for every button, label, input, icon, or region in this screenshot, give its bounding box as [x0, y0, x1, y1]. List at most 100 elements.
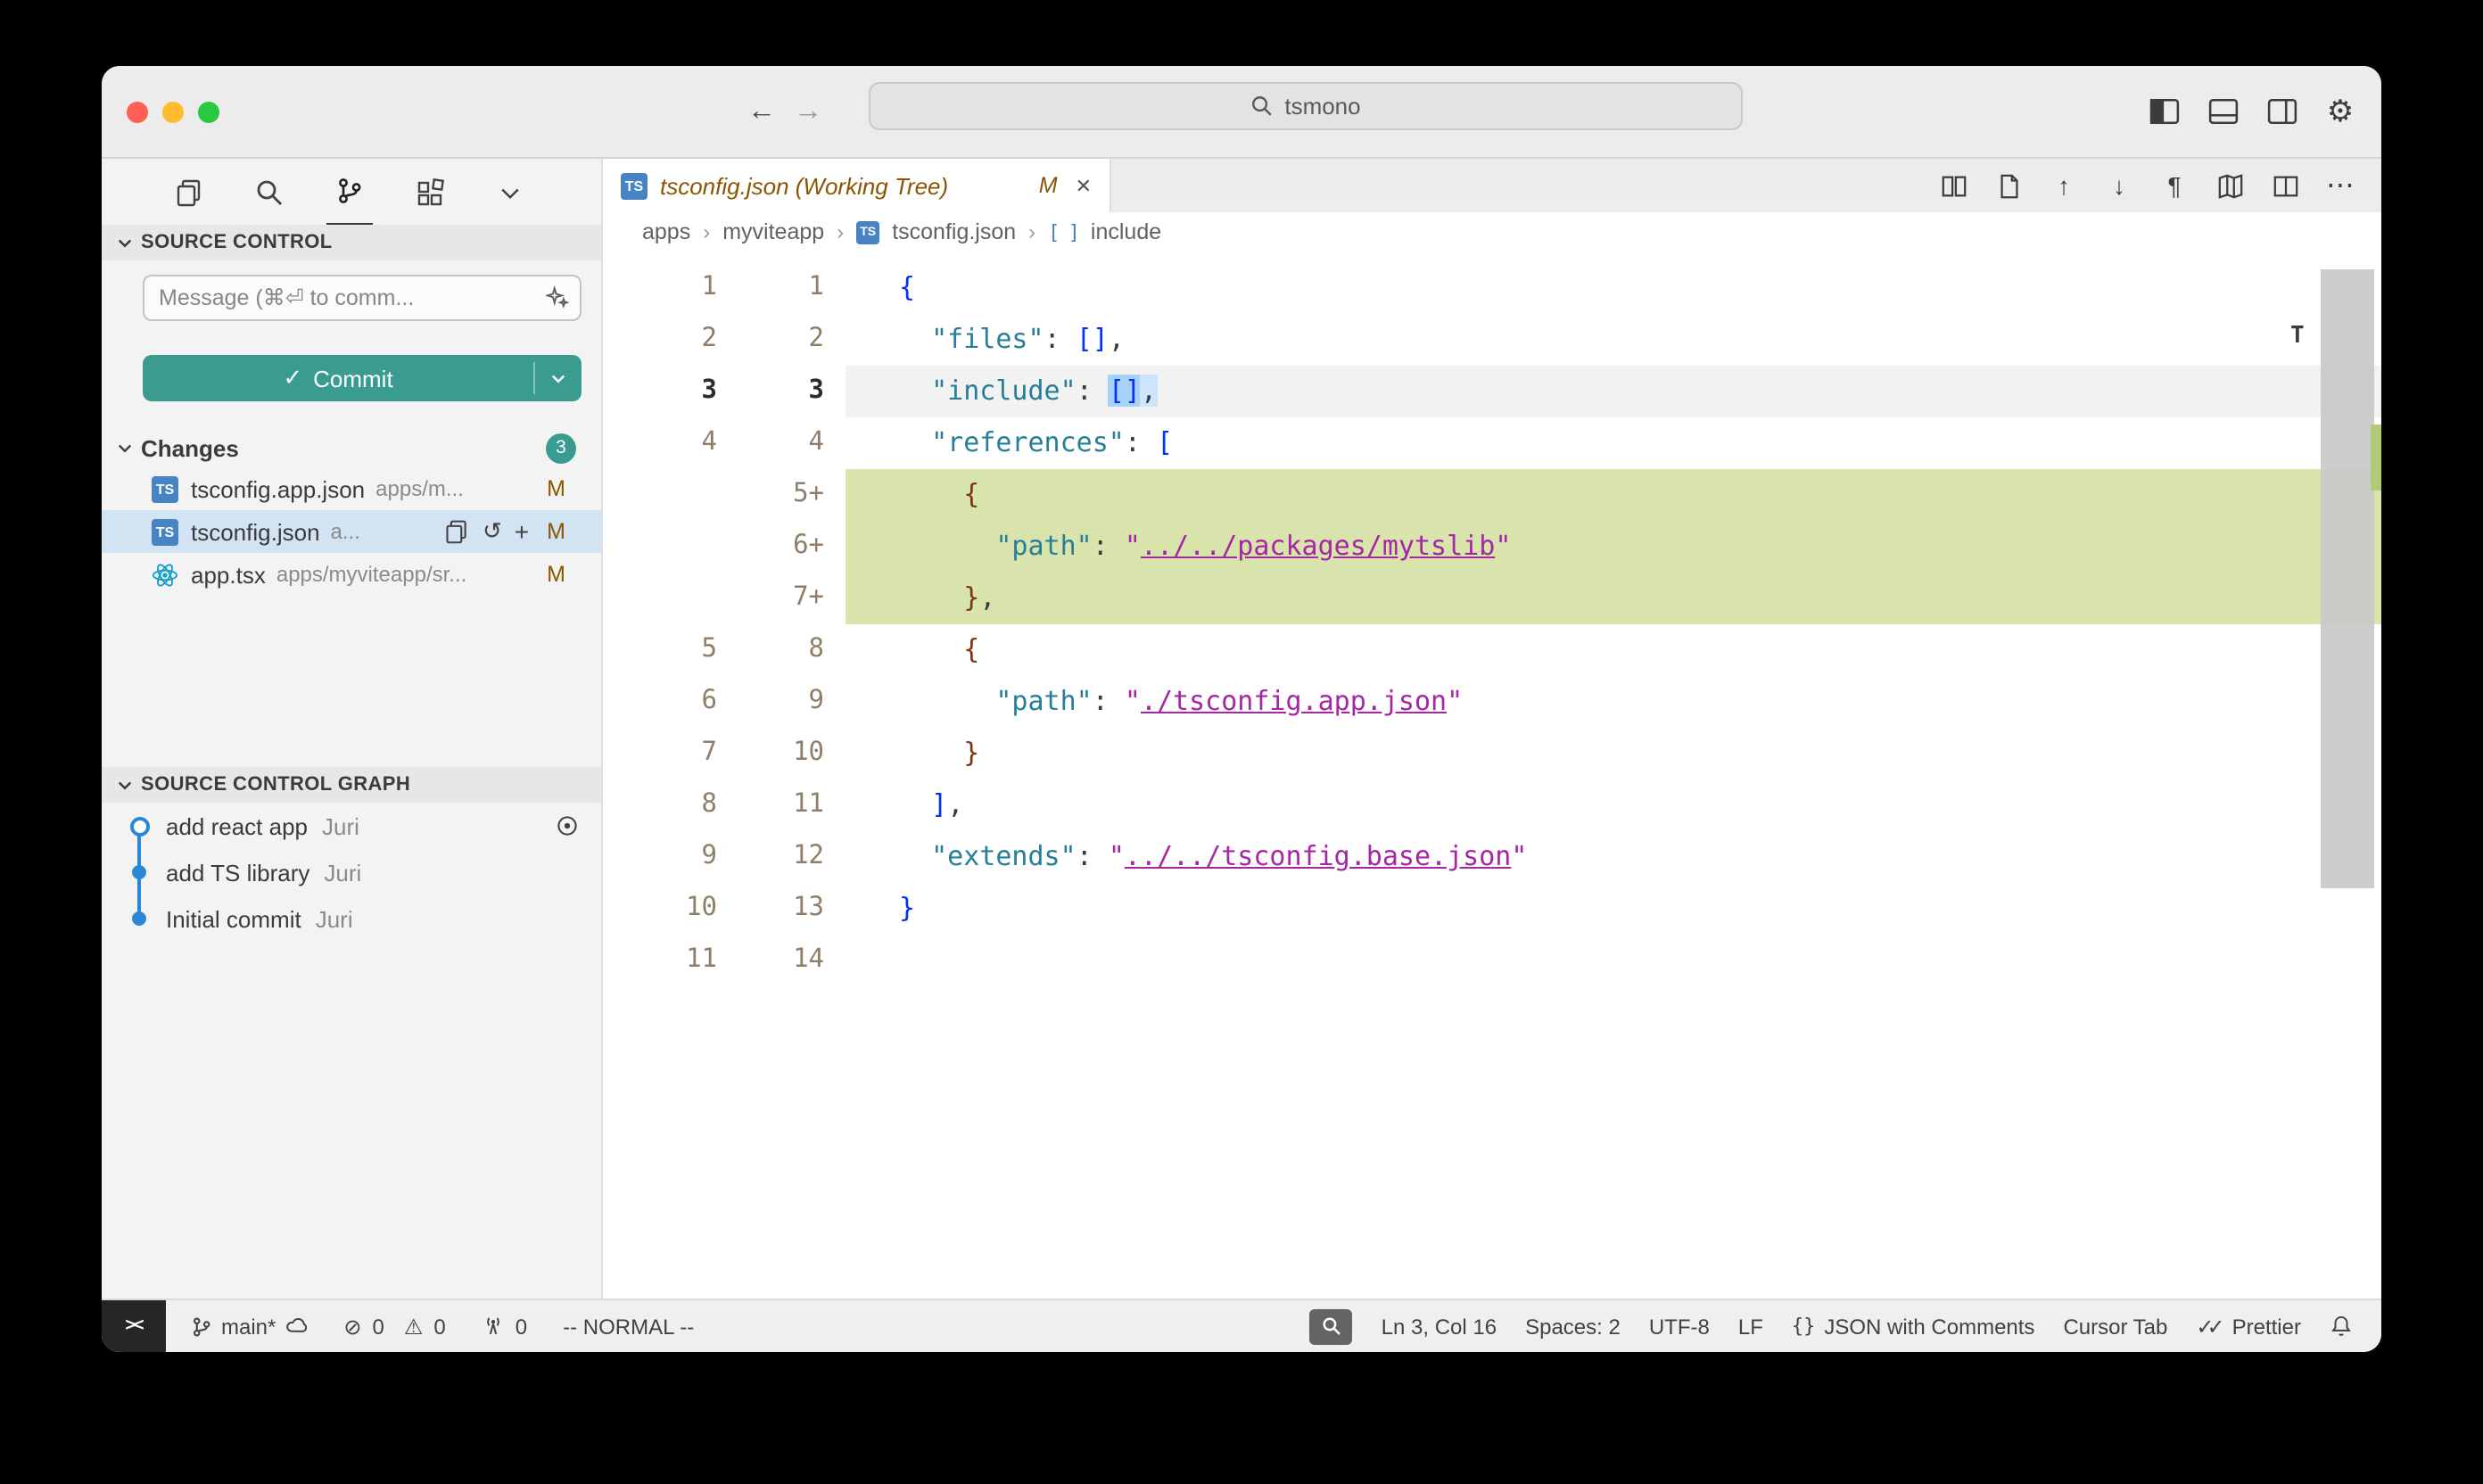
- zoom-window-button[interactable]: [198, 101, 219, 122]
- commit-button[interactable]: ✓ Commit: [143, 355, 582, 401]
- toggle-secondary-sidebar-icon[interactable]: [2264, 94, 2299, 129]
- branch-indicator[interactable]: main*: [191, 1314, 308, 1339]
- code-line[interactable]: 69 "path": "./tsconfig.app.json": [603, 676, 2381, 728]
- line-number-old[interactable]: 1: [603, 262, 742, 314]
- line-number-old[interactable]: 7: [603, 728, 742, 779]
- bell-icon[interactable]: [2330, 1315, 2353, 1338]
- discard-changes-icon[interactable]: ↺: [483, 517, 502, 546]
- line-number-old[interactable]: [603, 469, 742, 521]
- line-number-new[interactable]: 14: [742, 935, 846, 986]
- formatter-indicator[interactable]: ✓✓ Prettier: [2196, 1314, 2301, 1339]
- code-line[interactable]: 58 {: [603, 624, 2381, 676]
- changed-file-row[interactable]: TS tsconfig.app.json apps/m... M: [102, 467, 601, 510]
- navigate-back-icon[interactable]: ←: [747, 95, 776, 128]
- close-window-button[interactable]: [127, 101, 148, 122]
- compare-changes-icon[interactable]: [1937, 169, 1969, 202]
- code-line[interactable]: 811 ],: [603, 779, 2381, 831]
- sparkle-icon[interactable]: [546, 285, 569, 309]
- line-number-new[interactable]: 10: [742, 728, 846, 779]
- more-actions-icon[interactable]: ⋯: [2324, 169, 2356, 202]
- line-number-old[interactable]: 8: [603, 779, 742, 831]
- split-editor-icon[interactable]: [2269, 169, 2301, 202]
- minimize-window-button[interactable]: [162, 101, 184, 122]
- line-number-old[interactable]: [603, 521, 742, 573]
- scrollbar-thumb[interactable]: [2321, 269, 2374, 888]
- line-number-old[interactable]: 4: [603, 417, 742, 469]
- scrollbar[interactable]: [2321, 251, 2381, 1298]
- zoom-indicator[interactable]: [1310, 1308, 1353, 1344]
- toggle-primary-sidebar-icon[interactable]: [2146, 94, 2182, 129]
- line-number-old[interactable]: 5: [603, 624, 742, 676]
- breadcrumb-item-tsconfig[interactable]: tsconfig.json: [892, 219, 1016, 244]
- command-center-search[interactable]: tsmono: [869, 82, 1743, 130]
- open-file-icon[interactable]: [1992, 169, 2025, 202]
- open-file-icon[interactable]: [445, 519, 470, 544]
- line-number-new[interactable]: 13: [742, 883, 846, 935]
- line-number-old[interactable]: 10: [603, 883, 742, 935]
- source-control-section-header[interactable]: SOURCE CONTROL: [102, 225, 601, 260]
- vim-mode-indicator[interactable]: -- NORMAL --: [563, 1314, 694, 1339]
- line-number-new[interactable]: 4: [742, 417, 846, 469]
- remote-indicator[interactable]: ><: [102, 1300, 166, 1352]
- breadcrumb-item-apps[interactable]: apps: [642, 219, 690, 244]
- language-mode[interactable]: {} JSON with Comments: [1792, 1314, 2035, 1339]
- explorer-icon[interactable]: [166, 159, 212, 225]
- indentation-indicator[interactable]: Spaces: 2: [1525, 1314, 1621, 1339]
- changes-section-header[interactable]: Changes 3: [102, 428, 601, 467]
- source-control-graph-header[interactable]: SOURCE CONTROL GRAPH: [102, 767, 601, 803]
- map-icon[interactable]: [2214, 169, 2246, 202]
- code-line[interactable]: 1114: [603, 935, 2381, 986]
- problems-indicator[interactable]: ⊘ 0 ⚠ 0: [343, 1314, 445, 1339]
- code-line[interactable]: 7+ },: [603, 573, 2381, 624]
- ports-indicator[interactable]: 0: [482, 1314, 527, 1339]
- line-number-new[interactable]: 6+: [742, 521, 846, 573]
- commit-dropdown-button[interactable]: [535, 355, 582, 401]
- line-number-old[interactable]: 2: [603, 314, 742, 366]
- navigate-forward-icon[interactable]: →: [794, 95, 822, 128]
- settings-gear-icon[interactable]: ⚙: [2322, 94, 2358, 129]
- additional-views-chevron-icon[interactable]: [487, 159, 533, 225]
- line-number-new[interactable]: 12: [742, 831, 846, 883]
- breadcrumb-item-include[interactable]: include: [1091, 219, 1161, 244]
- close-tab-icon[interactable]: ✕: [1076, 174, 1092, 197]
- previous-change-icon[interactable]: ↑: [2048, 169, 2080, 202]
- line-number-old[interactable]: 11: [603, 935, 742, 986]
- target-icon[interactable]: [555, 813, 580, 838]
- line-number-new[interactable]: 7+: [742, 573, 846, 624]
- code-line[interactable]: 5+ {: [603, 469, 2381, 521]
- line-number-new[interactable]: 1: [742, 262, 846, 314]
- pilcrow-icon[interactable]: ¶: [2158, 169, 2190, 202]
- cursor-tab-indicator[interactable]: Cursor Tab: [2063, 1314, 2167, 1339]
- toggle-panel-icon[interactable]: [2205, 94, 2240, 129]
- line-number-old[interactable]: 3: [603, 366, 742, 417]
- code-line[interactable]: 1013}: [603, 883, 2381, 935]
- stage-changes-icon[interactable]: +: [515, 517, 529, 546]
- encoding-indicator[interactable]: UTF-8: [1649, 1314, 1710, 1339]
- changed-file-row-selected[interactable]: TS tsconfig.json a... ↺ + M: [102, 510, 601, 553]
- line-number-old[interactable]: [603, 573, 742, 624]
- breadcrumb-item-myviteapp[interactable]: myviteapp: [722, 219, 824, 244]
- code-line[interactable]: 33 "include": [],: [603, 366, 2381, 417]
- next-change-icon[interactable]: ↓: [2103, 169, 2135, 202]
- line-number-new[interactable]: 11: [742, 779, 846, 831]
- extensions-view-icon[interactable]: [407, 159, 453, 225]
- commit-row[interactable]: Initial commit Juri: [102, 895, 601, 942]
- line-number-new[interactable]: 9: [742, 676, 846, 728]
- code-line[interactable]: 44 "references": [: [603, 417, 2381, 469]
- eol-indicator[interactable]: LF: [1738, 1314, 1763, 1339]
- line-number-new[interactable]: 8: [742, 624, 846, 676]
- commit-row[interactable]: add TS library Juri: [102, 849, 601, 895]
- source-control-view-icon[interactable]: [326, 157, 373, 227]
- cursor-position[interactable]: Ln 3, Col 16: [1382, 1314, 1497, 1339]
- line-number-new[interactable]: 5+: [742, 469, 846, 521]
- code-line[interactable]: 6+ "path": "../../packages/mytslib": [603, 521, 2381, 573]
- code-line[interactable]: 11{: [603, 262, 2381, 314]
- commit-row[interactable]: add react app Juri: [102, 803, 601, 849]
- line-number-old[interactable]: 9: [603, 831, 742, 883]
- search-view-icon[interactable]: [246, 159, 293, 225]
- code-line[interactable]: 22 "files": [],: [603, 314, 2381, 366]
- tab-tsconfig-working-tree[interactable]: TS tsconfig.json (Working Tree) M ✕: [603, 159, 1111, 212]
- code-line[interactable]: 710 }: [603, 728, 2381, 779]
- commit-message-input[interactable]: [143, 275, 582, 321]
- code-line[interactable]: 912 "extends": "../../tsconfig.base.json…: [603, 831, 2381, 883]
